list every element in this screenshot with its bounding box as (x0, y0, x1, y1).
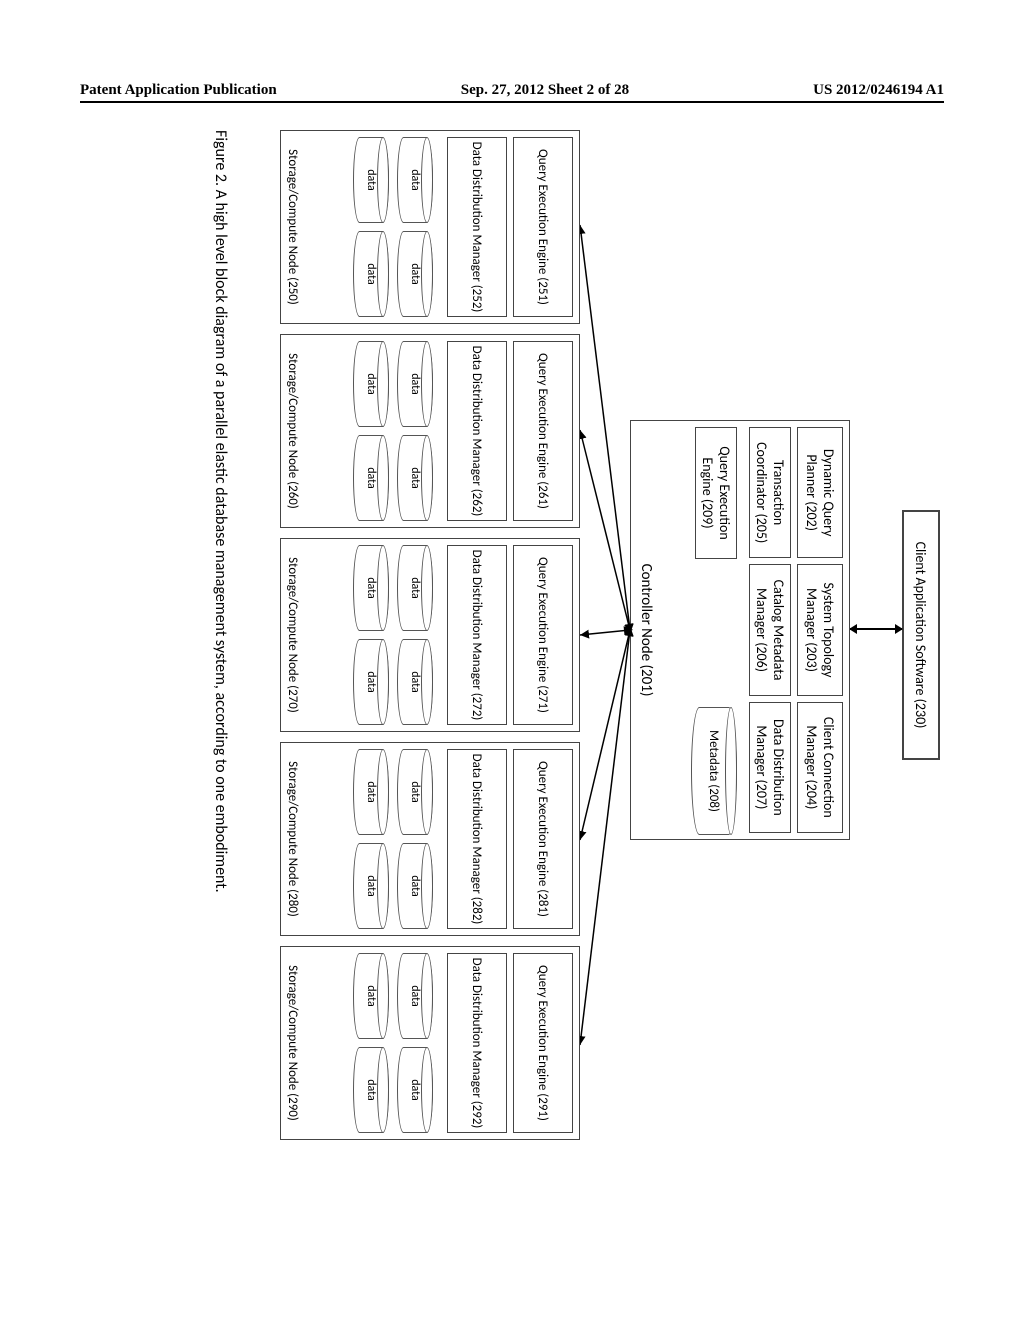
header-center: Sep. 27, 2012 Sheet 2 of 28 (461, 82, 629, 99)
controller-row3: Query Execution Engine (209) (695, 427, 737, 697)
figure-caption: Figure 2. A high level block diagram of … (211, 130, 230, 1140)
qee-291: Query Execution Engine (291) (513, 953, 573, 1133)
data-cyl: data (353, 749, 389, 835)
storage-nodes-row: Query Execution Engine (251) Data Distri… (280, 130, 580, 1140)
data-grid-270: data data data data (353, 545, 433, 725)
arrow-client-controller (850, 628, 902, 630)
data-cyl: data (397, 545, 433, 631)
ddm-252: Data Distribution Manager (252) (447, 137, 507, 317)
data-cyl: data (353, 231, 389, 317)
data-cyl: data (353, 1047, 389, 1133)
storage-node-label: Storage/Compute Node (260) (285, 335, 300, 527)
storage-node-label: Storage/Compute Node (290) (285, 947, 300, 1139)
data-cyl: data (397, 749, 433, 835)
controller-row2: Transaction Coordinator (205) Catalog Me… (749, 427, 791, 833)
qee-261: Query Execution Engine (261) (513, 341, 573, 521)
diagram-landscape: Client Application Software (230) Dynami… (70, 130, 950, 1140)
data-cyl: data (353, 341, 389, 427)
data-cyl: data (397, 231, 433, 317)
data-distribution-manager: Data Distribution Manager (207) (749, 702, 791, 833)
data-cyl: data (353, 545, 389, 631)
data-grid-290: data data data data (353, 953, 433, 1133)
storage-node-270: Query Execution Engine (271) Data Distri… (280, 538, 580, 732)
storage-node-260: Query Execution Engine (261) Data Distri… (280, 334, 580, 528)
catalog-metadata-manager: Catalog Metadata Manager (206) (749, 564, 791, 695)
transaction-coordinator: Transaction Coordinator (205) (749, 427, 791, 558)
storage-node-label: Storage/Compute Node (250) (285, 131, 300, 323)
data-cyl: data (397, 953, 433, 1039)
header-right: US 2012/0246194 A1 (813, 82, 944, 99)
controller-node-box: Dynamic Query Planner (202) System Topol… (630, 420, 850, 840)
storage-node-label: Storage/Compute Node (270) (285, 539, 300, 731)
ddm-272: Data Distribution Manager (272) (447, 545, 507, 725)
data-cyl: data (397, 435, 433, 521)
storage-node-280: Query Execution Engine (281) Data Distri… (280, 742, 580, 936)
data-cyl: data (397, 341, 433, 427)
dynamic-query-planner: Dynamic Query Planner (202) (797, 427, 843, 558)
data-cyl: data (397, 639, 433, 725)
metadata-label: Metadata (208) (707, 730, 722, 812)
system-topology-manager: System Topology Manager (203) (797, 564, 843, 695)
data-cyl: data (397, 137, 433, 223)
data-grid-260: data data data data (353, 341, 433, 521)
diagram-rotated-container: Client Application Software (230) Dynami… (0, 130, 950, 1010)
data-cyl: data (353, 953, 389, 1039)
storage-node-label: Storage/Compute Node (280) (285, 743, 300, 935)
header-left: Patent Application Publication (80, 82, 277, 99)
qee-281: Query Execution Engine (281) (513, 749, 573, 929)
qee-271: Query Execution Engine (271) (513, 545, 573, 725)
client-label: Client Application Software (230) (913, 542, 930, 729)
data-cyl: data (397, 1047, 433, 1133)
ddm-292: Data Distribution Manager (292) (447, 953, 507, 1133)
qee-251: Query Execution Engine (251) (513, 137, 573, 317)
data-cyl: data (353, 843, 389, 929)
page-header: Patent Application Publication Sep. 27, … (80, 82, 944, 103)
controller-row1: Dynamic Query Planner (202) System Topol… (797, 427, 843, 833)
storage-node-290: Query Execution Engine (291) Data Distri… (280, 946, 580, 1140)
metadata-cylinder: Metadata (208) (691, 707, 737, 835)
data-cyl: data (397, 843, 433, 929)
data-cyl: data (353, 435, 389, 521)
query-execution-engine-ctrl: Query Execution Engine (209) (695, 427, 737, 559)
data-grid-280: data data data data (353, 749, 433, 929)
ddm-262: Data Distribution Manager (262) (447, 341, 507, 521)
data-cyl: data (353, 137, 389, 223)
data-cyl: data (353, 639, 389, 725)
client-application-box: Client Application Software (230) (902, 510, 940, 760)
storage-node-250: Query Execution Engine (251) Data Distri… (280, 130, 580, 324)
ddm-282: Data Distribution Manager (282) (447, 749, 507, 929)
data-grid-250: data data data data (353, 137, 433, 317)
client-connection-manager: Client Connection Manager (204) (797, 702, 843, 833)
